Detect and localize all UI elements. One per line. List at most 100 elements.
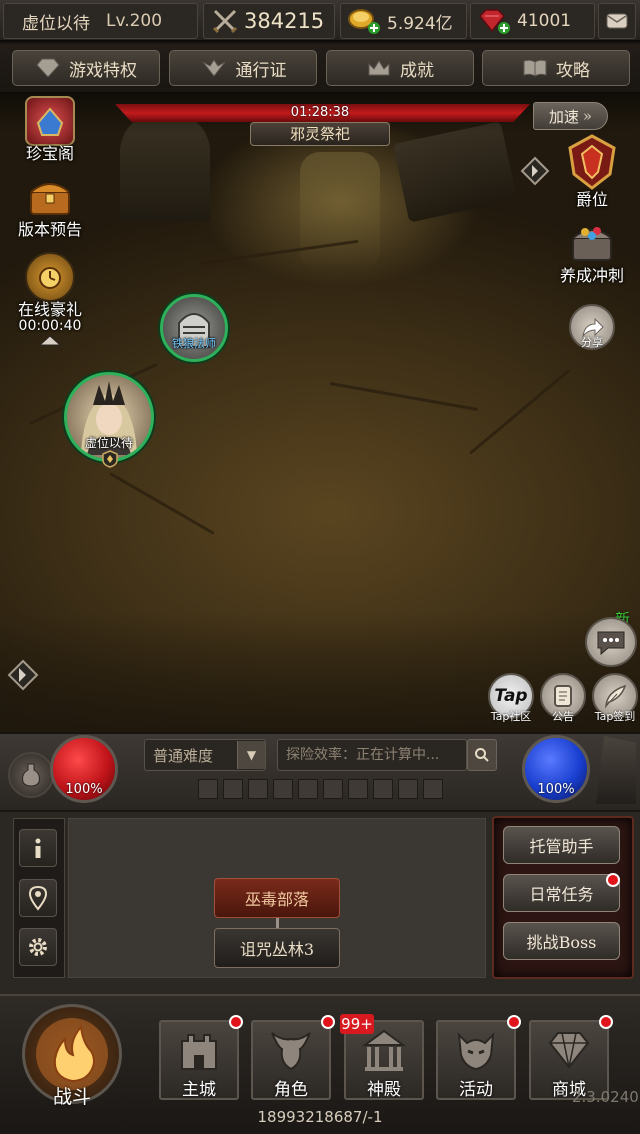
potion-button[interactable] [8,752,54,798]
speed-up-button[interactable]: 加速 » [533,102,608,130]
map-pin-button[interactable] [19,879,57,917]
notification-dot [229,1015,243,1029]
gem-currency[interactable]: 41001 [470,3,595,39]
book-icon [523,59,547,77]
pet-avatar[interactable] [160,294,228,362]
buff-slot [348,779,368,799]
character-button[interactable]: 角色 [251,1020,331,1100]
challenge-boss-button[interactable]: 挑战Boss [503,922,620,960]
boss-timer: 01:28:38 [290,105,350,120]
settings-button[interactable] [19,928,57,966]
main-city-label: 主城 [182,1080,216,1100]
treasure-pavilion-icon [25,96,75,146]
boss-event-title[interactable]: 邪灵祭祀 [250,122,390,146]
sprint-chest-icon [567,218,617,268]
share-label: 分享 [581,336,603,349]
next-stage-label: 诅咒丛林3 [239,940,315,959]
search-icon [475,748,489,762]
temple-count-badge: 99+ [340,1014,374,1034]
user-id: 18993218687/-1 [257,1108,383,1126]
tap-logo-icon: Tap [494,686,528,706]
expand-left-arrow-icon[interactable] [6,658,40,696]
gear-icon [29,938,47,956]
events-button[interactable]: 活动 [436,1020,516,1100]
hp-percent: 100% [65,782,103,797]
player-name: 虚位以待 [22,13,90,34]
player-avatar-name: 虚位以待 [84,436,133,450]
online-gift-label: 在线豪礼 [17,300,82,319]
rank-crest-icon [562,132,622,192]
stage-connector [276,918,279,928]
treasure-pavilion-button[interactable]: 珍宝阁 [4,96,96,164]
speed-up-label: 加速 [548,107,579,126]
double-chevron-icon: » [582,107,593,125]
treasure-pavilion-label: 珍宝阁 [25,144,74,163]
gem-amount: 41001 [517,11,572,31]
player-info[interactable]: 虚位以待 Lv.200 [3,3,198,39]
nav-label: 攻略 [556,60,590,81]
diamond-icon [36,58,60,78]
auto-assist-button[interactable]: 托管助手 [503,826,620,864]
nav-label: 游戏特权 [69,60,137,81]
pet-name: 铁狼法师 [172,337,216,350]
player-level: Lv.200 [106,11,163,31]
gold-coin-plus-icon [348,9,380,34]
mp-percent: 100% [537,782,575,797]
buff-slot [323,779,343,799]
collapse-up-arrow-icon[interactable] [38,332,62,351]
top-status-bar: 虚位以待 Lv.200 384215 5.924亿 41001 [0,0,640,42]
current-stage-button[interactable]: 巫毒部落 [214,878,340,918]
mail-button[interactable] [598,3,636,39]
daily-tasks-label: 日常任务 [529,885,594,904]
wings-icon [202,59,225,77]
main-city-button[interactable]: 主城 [159,1020,239,1100]
nav-achievement-button[interactable]: 成就 [326,50,474,86]
gem-plus-icon [478,9,510,34]
nav-pass-button[interactable]: 通行证 [169,50,317,86]
treasure-chest-icon [25,172,75,222]
demon-mask-icon [457,1032,495,1071]
exploration-efficiency-field[interactable]: 探险效率：正在计算中... [277,739,467,771]
info-button[interactable] [19,829,57,867]
nav-label: 通行证 [235,60,287,81]
notice-label: 公告 [552,710,574,723]
buff-slot [198,779,218,799]
combat-power-value: 384215 [244,9,325,33]
search-button[interactable] [467,739,497,771]
events-label: 活动 [459,1080,493,1100]
feather-quill-icon [605,684,627,709]
rank-title-button[interactable]: 爵位 [546,132,638,210]
chat-button[interactable] [585,617,637,667]
combat-power: 384215 [203,3,335,39]
buff-slot [373,779,393,799]
potion-flask-icon [22,763,40,787]
daily-tasks-button[interactable]: 日常任务 [503,874,620,912]
nav-label: 成就 [400,60,434,81]
notification-dot [599,1015,613,1029]
gold-currency[interactable]: 5.924亿 [340,3,467,39]
chevron-down-icon[interactable]: ▼ [237,741,265,769]
info-icon [35,838,41,858]
growth-sprint-button[interactable]: 养成冲刺 [546,218,638,286]
tap-signin-label: Tap签到 [594,710,636,723]
battle-label: 战斗 [52,1086,91,1108]
nav-guide-button[interactable]: 攻略 [482,50,630,86]
buff-slot [423,779,443,799]
location-pin-icon [28,885,48,911]
rank-title-label: 爵位 [575,190,608,209]
buff-slot [248,779,268,799]
next-stage-button[interactable]: 诅咒丛林3 [214,928,340,968]
notification-dot [507,1015,521,1029]
difficulty-select[interactable]: 普通难度 ▼ [144,739,266,771]
crown-icon [368,60,390,76]
root [329,382,478,412]
nav-game-privilege-button[interactable]: 游戏特权 [12,50,160,86]
diamond-shop-icon [548,1032,590,1069]
gold-amount: 5.924亿 [387,13,453,34]
version-preview-button[interactable]: 版本预告 [4,172,96,240]
chat-bubble-icon [597,631,625,656]
horned-helmet-icon [271,1032,311,1071]
online-gift-button[interactable]: 在线豪礼 00:00:40 [4,252,96,334]
growth-sprint-label: 养成冲刺 [559,266,624,285]
temple-label: 神殿 [367,1080,401,1100]
